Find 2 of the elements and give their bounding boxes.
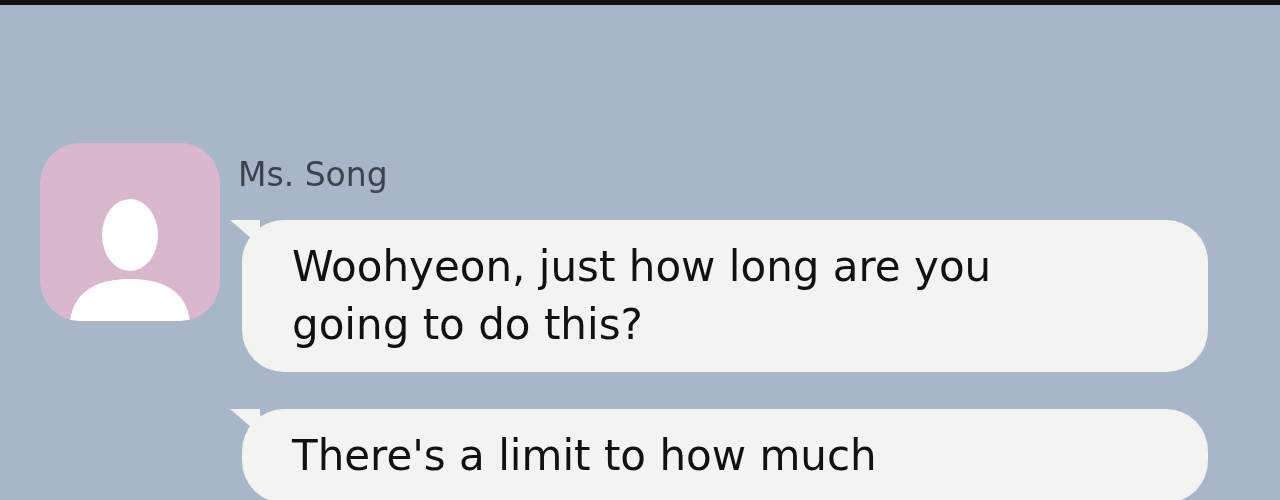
sender-name: Ms. Song (238, 155, 388, 194)
avatar[interactable] (40, 143, 220, 321)
